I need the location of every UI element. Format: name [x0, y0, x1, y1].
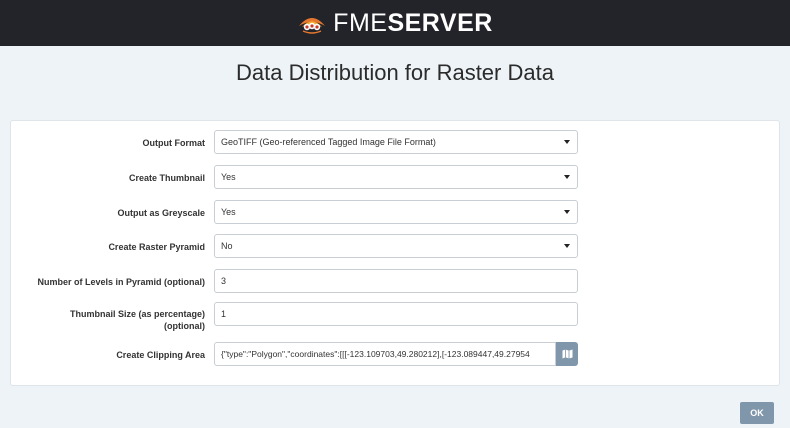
map-icon: [562, 349, 572, 359]
chevron-down-icon: [564, 175, 570, 179]
create-thumbnail-value: Yes: [221, 172, 236, 182]
create-pyramid-select[interactable]: No: [214, 234, 578, 258]
output-format-value: GeoTIFF (Geo-referenced Tagged Image Fil…: [221, 137, 436, 147]
output-format-label: Output Format: [142, 138, 206, 148]
output-greyscale-value: Yes: [221, 207, 236, 217]
ok-button[interactable]: OK: [740, 402, 774, 424]
pyramid-levels-input[interactable]: 3: [214, 269, 578, 293]
chevron-down-icon: [564, 210, 570, 214]
thumbnail-size-value: 1: [221, 309, 227, 319]
chevron-down-icon: [564, 244, 570, 248]
chevron-down-icon: [564, 140, 570, 144]
create-thumbnail-label: Create Thumbnail: [128, 173, 205, 183]
clipping-area-value: {"type":"Polygon","coordinates":[[[-123.…: [221, 349, 530, 359]
draw-map-button[interactable]: [556, 342, 578, 366]
clipping-area-input[interactable]: {"type":"Polygon","coordinates":[[[-123.…: [214, 342, 556, 366]
logo-text-server: SERVER: [387, 8, 493, 37]
thumbnail-size-input[interactable]: 1: [214, 302, 578, 326]
fme-server-logo: FMESERVER: [297, 8, 493, 37]
thumbnail-size-label-line1: Thumbnail Size (as percentage): [69, 309, 205, 319]
clipping-area-label: Create Clipping Area: [116, 350, 205, 360]
create-pyramid-label: Create Raster Pyramid: [108, 242, 205, 252]
create-pyramid-value: No: [221, 241, 233, 251]
parameter-form: Output Format GeoTIFF (Geo-referenced Ta…: [10, 120, 780, 386]
logo-text-fme: FME: [333, 8, 388, 37]
pyramid-levels-value: 3: [221, 276, 227, 286]
top-bar: FMESERVER: [0, 0, 790, 46]
thumbnail-size-label-line2: (optional): [164, 321, 205, 331]
logo-text: FMESERVER: [333, 8, 493, 37]
output-format-select[interactable]: GeoTIFF (Geo-referenced Tagged Image Fil…: [214, 130, 578, 154]
thumbnail-size-label: Thumbnail Size (as percentage) (optional…: [11, 308, 205, 332]
create-thumbnail-select[interactable]: Yes: [214, 165, 578, 189]
pyramid-levels-label: Number of Levels in Pyramid (optional): [37, 277, 205, 287]
output-greyscale-label: Output as Greyscale: [117, 208, 205, 218]
page-title: Data Distribution for Raster Data: [236, 60, 554, 85]
output-greyscale-select[interactable]: Yes: [214, 200, 578, 224]
fme-logo-icon: [299, 18, 326, 34]
